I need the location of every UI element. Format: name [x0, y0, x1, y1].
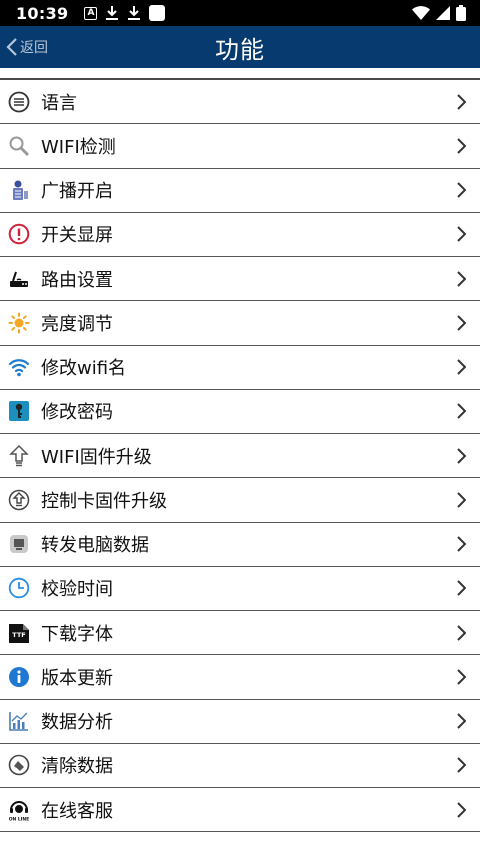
upgrade-circle-icon: [8, 489, 30, 511]
key-icon: [8, 400, 30, 422]
a-icon: A: [84, 6, 98, 20]
menu-item-wifi-firmware[interactable]: WIFI固件升级: [0, 434, 480, 479]
menu-item-card-firmware[interactable]: 控制卡固件升级: [0, 478, 480, 523]
svg-text:ON LINE: ON LINE: [9, 816, 30, 821]
menu-item-language[interactable]: 语言: [0, 80, 480, 125]
chevron-right-icon: [454, 402, 468, 420]
menu-item-label: 广播开启: [41, 181, 113, 203]
menu-item-version-update[interactable]: 版本更新: [0, 655, 480, 700]
menu-item-label: 校验时间: [41, 579, 113, 601]
menu-item-clear-data[interactable]: 清除数据: [0, 744, 480, 788]
status-time: 10:39: [16, 3, 69, 23]
chevron-right-icon: [454, 579, 468, 597]
menu-item-download-font[interactable]: TTF 下载字体: [0, 611, 480, 656]
menu-item-label: WIFI检测: [41, 136, 116, 158]
chevron-right-icon: [454, 314, 468, 332]
menu-item-wifi-name[interactable]: 修改wifi名: [0, 346, 480, 390]
menu-item-label: 语言: [41, 92, 77, 114]
chevron-right-icon: [454, 491, 468, 509]
menu-item-online-service[interactable]: ON LINE 在线客服: [0, 788, 480, 833]
page-title: 功能: [215, 35, 265, 64]
menu-item-label: 开关显屏: [41, 225, 113, 247]
notification-icons: A: [84, 5, 166, 21]
chevron-right-icon: [454, 358, 468, 376]
back-label: 返回: [20, 40, 48, 56]
menu-item-wifi-detect[interactable]: WIFI检测: [0, 124, 480, 169]
menu-item-verify-time[interactable]: 校验时间: [0, 567, 480, 611]
download-icon: [106, 6, 119, 20]
chevron-right-icon: [454, 93, 468, 111]
title-bar: 返回 功能: [0, 26, 480, 68]
menu-item-screen-toggle[interactable]: 开关显屏: [0, 213, 480, 257]
function-menu: 语言 WIFI检测 广播开启 开关显屏 路由设置 亮度调节 修改wifi名 修改…: [0, 78, 480, 833]
menu-item-label: 路由设置: [41, 269, 113, 291]
router-icon: [8, 268, 30, 290]
wifi-icon: [8, 356, 30, 378]
chevron-left-icon: [6, 38, 17, 56]
chevron-right-icon: [454, 181, 468, 199]
chevron-right-icon: [454, 712, 468, 730]
menu-item-change-password[interactable]: 修改密码: [0, 390, 480, 434]
menu-item-forward-pc-data[interactable]: 转发电脑数据: [0, 523, 480, 567]
language-icon: [8, 91, 30, 113]
menu-item-label: 在线客服: [41, 800, 113, 822]
sun-icon: [8, 312, 30, 334]
clock-icon: [8, 577, 30, 599]
wifi-icon: [412, 6, 430, 20]
cellular-icon: [436, 6, 450, 20]
back-button[interactable]: 返回: [6, 26, 48, 68]
chevron-right-icon: [454, 668, 468, 686]
chevron-right-icon: [454, 270, 468, 288]
computer-icon: [8, 533, 30, 555]
menu-item-label: 清除数据: [41, 756, 113, 778]
menu-item-brightness[interactable]: 亮度调节: [0, 301, 480, 346]
square-icon: [149, 5, 166, 21]
menu-item-label: 版本更新: [41, 667, 113, 689]
menu-item-data-analysis[interactable]: 数据分析: [0, 700, 480, 744]
chevron-right-icon: [454, 801, 468, 819]
clear-icon: [8, 754, 30, 776]
menu-item-label: 修改wifi名: [41, 358, 127, 380]
menu-item-label: 控制卡固件升级: [41, 490, 167, 512]
status-bar: 10:39 A: [0, 0, 480, 26]
menu-item-label: 下载字体: [41, 623, 113, 645]
broadcast-icon: [8, 179, 30, 201]
info-icon: [8, 666, 30, 688]
menu-item-label: 转发电脑数据: [41, 535, 149, 557]
upload-arrow-icon: [8, 444, 30, 467]
menu-item-label: 数据分析: [41, 712, 113, 734]
chevron-right-icon: [454, 447, 468, 465]
download-icon: [128, 6, 141, 20]
ttf-icon: TTF: [8, 622, 30, 644]
system-icons: [412, 5, 466, 21]
menu-item-router[interactable]: 路由设置: [0, 257, 480, 302]
chevron-right-icon: [454, 535, 468, 553]
menu-item-label: WIFI固件升级: [41, 446, 152, 468]
menu-item-broadcast[interactable]: 广播开启: [0, 169, 480, 213]
power-icon: [8, 223, 30, 245]
battery-icon: [456, 5, 466, 21]
svg-text:TTF: TTF: [12, 631, 25, 639]
chevron-right-icon: [454, 624, 468, 642]
magnifier-icon: [8, 135, 30, 157]
menu-item-label: 修改密码: [41, 402, 113, 424]
menu-item-label: 亮度调节: [41, 313, 113, 335]
online-service-icon: ON LINE: [8, 799, 30, 821]
chevron-right-icon: [454, 225, 468, 243]
chart-icon: [8, 710, 30, 732]
chevron-right-icon: [454, 756, 468, 774]
chevron-right-icon: [454, 137, 468, 155]
